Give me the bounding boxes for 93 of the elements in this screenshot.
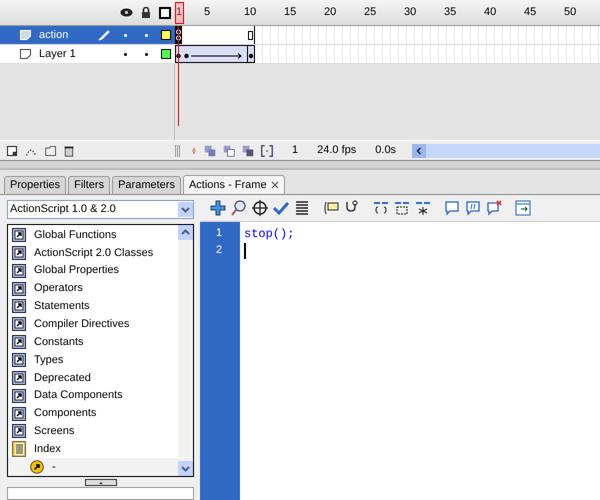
- language-dropdown[interactable]: ActionScript 1.0 & 2.0: [7, 200, 194, 219]
- folder-icon[interactable]: [44, 144, 58, 156]
- frame-number: 20: [324, 6, 336, 19]
- motion-tween-drawing[interactable]: [175, 45, 255, 63]
- code-hint-icon[interactable]: [323, 200, 339, 216]
- toolbox-item[interactable]: Components: [34, 405, 96, 422]
- bracket-icon[interactable]: [261, 144, 273, 156]
- toolbox-item[interactable]: Screens: [34, 423, 74, 440]
- arrow-book-icon: [12, 388, 26, 403]
- layer-color-swatch[interactable]: [161, 30, 171, 40]
- align-lines-icon[interactable]: [294, 200, 310, 216]
- trash-icon[interactable]: [63, 144, 75, 158]
- eye-icon[interactable]: [120, 8, 133, 17]
- remove-comment-icon[interactable]: [486, 200, 502, 216]
- onion-skin-icon[interactable]: [204, 144, 216, 156]
- outline-square-icon[interactable]: [159, 6, 171, 18]
- frame-number: 10: [244, 6, 256, 19]
- arrow-book-icon: [12, 317, 26, 332]
- frame-number: 40: [484, 6, 496, 19]
- panel-tab[interactable]: Properties: [4, 176, 66, 194]
- scroll-up-icon[interactable]: [178, 225, 193, 240]
- frame-number: 25: [364, 6, 376, 19]
- close-icon[interactable]: [270, 181, 279, 189]
- collapse-selection-icon[interactable]: [394, 200, 410, 216]
- arrow-book-icon: [12, 246, 26, 260]
- crosshair-icon[interactable]: [252, 200, 268, 216]
- arrow-book-icon: [12, 282, 26, 296]
- frame-number: 1: [176, 6, 182, 19]
- horizontal-scrollbar[interactable]: [412, 144, 600, 158]
- edit-frames-icon[interactable]: [242, 144, 254, 156]
- toolbox-item[interactable]: -: [52, 458, 56, 476]
- script-editor[interactable]: 1 2 stop();: [200, 222, 600, 500]
- expand-all-icon[interactable]: [415, 200, 431, 216]
- new-layer-icon[interactable]: [6, 144, 18, 156]
- toolbox-item[interactable]: Operators: [34, 280, 83, 297]
- onion-outline-icon[interactable]: [223, 144, 235, 156]
- scroll-left-icon[interactable]: [412, 144, 426, 158]
- toolbox-item[interactable]: Statements: [34, 298, 90, 315]
- arrow-book-icon: [12, 264, 26, 278]
- toolbox-item[interactable]: Types: [34, 352, 64, 368]
- frame-number: 30: [404, 6, 416, 19]
- frame-number: 5: [204, 6, 210, 19]
- panel-tab[interactable]: Filters: [68, 176, 110, 194]
- toolbox-item[interactable]: Index: [34, 440, 61, 458]
- toolbox-item[interactable]: Deprecated: [34, 370, 91, 386]
- layer-row[interactable]: action: [0, 26, 175, 44]
- collapse-braces-icon[interactable]: [373, 200, 389, 216]
- panel-toggle-icon[interactable]: [515, 200, 531, 216]
- end-frame-marker: [248, 31, 253, 40]
- vertical-scrollbar[interactable]: [178, 225, 193, 476]
- line-number: 1: [215, 226, 224, 241]
- lock-icon[interactable]: [141, 7, 151, 18]
- splitter-handle-icon[interactable]: [84, 478, 116, 486]
- toolbox-item[interactable]: Global Properties: [34, 262, 119, 279]
- layer-name: action: [39, 28, 70, 43]
- layer-color-swatch[interactable]: [161, 49, 171, 59]
- arrow-book-icon: [12, 335, 26, 350]
- check-icon[interactable]: [273, 200, 289, 216]
- line-comment-icon[interactable]: [465, 200, 481, 216]
- arrow-book-icon: [12, 370, 26, 385]
- arrow-book-icon: [12, 299, 26, 314]
- toolbox-item[interactable]: Data Components: [34, 387, 123, 404]
- frame-number: 15: [284, 6, 296, 19]
- elapsed-time: 0.0s: [375, 143, 396, 158]
- scroll-down-icon[interactable]: [178, 461, 193, 476]
- code-line: stop();: [244, 226, 294, 242]
- toolbox-item[interactable]: Constants: [34, 334, 84, 350]
- index-book-icon: [12, 441, 26, 458]
- layer-icon: [20, 49, 31, 59]
- arrow-book-icon: [12, 228, 26, 242]
- layer-name: Layer 1: [39, 46, 77, 62]
- frame-number: 45: [524, 6, 536, 19]
- toolbox-item[interactable]: Global Functions: [34, 226, 117, 244]
- layer-icon: [20, 30, 31, 40]
- toolbox-item[interactable]: ActionScript 2.0 Classes: [34, 244, 154, 262]
- find-icon[interactable]: [231, 200, 247, 216]
- frame-rate: 24.0 fps: [317, 143, 356, 158]
- arrow-book-icon: [12, 352, 26, 367]
- block-comment-icon[interactable]: [444, 200, 460, 216]
- arrow-book-icon: [12, 424, 26, 438]
- layer-row[interactable]: Layer 1: [0, 45, 175, 63]
- frame-number: 50: [564, 6, 576, 19]
- line-number: 2: [215, 243, 224, 258]
- panel-tab[interactable]: Parameters: [112, 176, 181, 194]
- frame-number: 35: [444, 6, 456, 19]
- keyframe-span[interactable]: [175, 26, 255, 44]
- arrow-circle-icon: [30, 460, 44, 474]
- panel-tab[interactable]: Actions - Frame: [182, 175, 285, 194]
- toolbox-item[interactable]: Compiler Directives: [34, 316, 130, 332]
- current-frame: 1: [292, 142, 298, 159]
- add-plus-icon[interactable]: [210, 200, 226, 216]
- arrow-book-icon: [12, 406, 26, 421]
- playhead[interactable]: [175, 2, 184, 24]
